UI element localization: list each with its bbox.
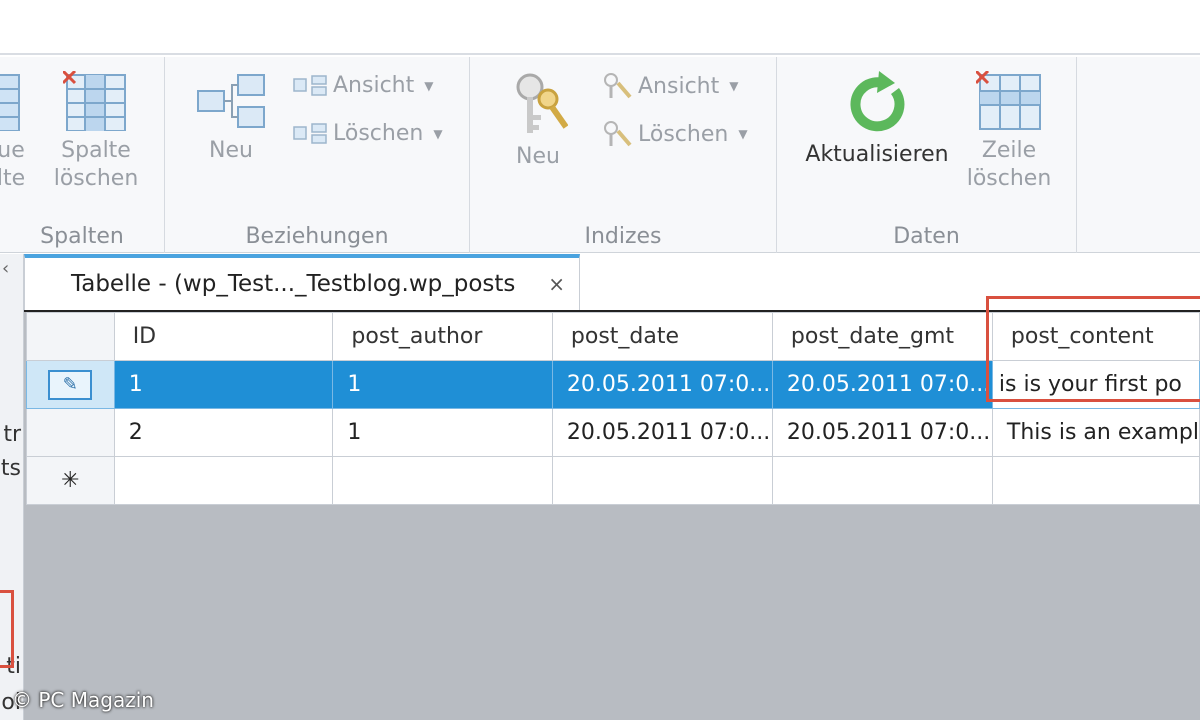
row-selector[interactable] [26,408,115,457]
table-cell[interactable] [332,456,553,505]
row-header-corner [26,312,115,361]
title-bar [0,0,1200,55]
ribbon-group-spalten: ue lte Spalte löschen Spalten [0,57,165,253]
index-delete-label: Löschen [638,121,729,147]
index-delete-button[interactable]: Löschen ▼ [602,121,748,147]
relation-view-label: Ansicht [333,73,415,98]
close-icon[interactable]: × [548,272,565,296]
relation-delete-label: Löschen [333,121,424,146]
index-delete-icon [604,121,632,147]
new-row[interactable]: ✳ [26,456,1200,505]
explorer-item-1[interactable]: tr [3,422,21,447]
ribbon-group-beziehungen: Neu Ansicht ▼ Löschen ▼ Beziehungen [165,57,470,253]
column-header-post-date[interactable]: post_date [551,312,773,361]
collapse-arrow-icon[interactable]: ‹ [2,258,9,279]
table-cell[interactable]: 20.05.2011 07:0... [551,408,773,457]
highlight-frame-post-content [986,296,1200,402]
column-header-post-date-gmt[interactable]: post_date_gmt [771,312,993,361]
key-icon [516,73,568,133]
table-cell[interactable] [771,456,993,505]
table-cell[interactable]: 2 [113,408,334,457]
refresh-icon [850,71,905,132]
column-header-post-author[interactable]: post_author [332,312,553,361]
index-view-button[interactable]: Ansicht ▼ [602,73,738,99]
new-column-label-1: ue [0,138,25,163]
highlight-frame-left [0,590,14,668]
ribbon-group-indizes: Neu Ansicht ▼ Löschen ▼ Indizes [470,57,777,253]
chevron-down-icon: ▼ [729,79,739,93]
column-header-id[interactable]: ID [113,312,334,361]
table-cell[interactable]: 1 [113,360,334,409]
group-label-daten: Daten [893,224,960,249]
new-column-label-2: lte [0,166,26,191]
table-cell[interactable]: 20.05.2011 07:0... [771,408,993,457]
index-view-label: Ansicht [638,73,720,99]
refresh-button[interactable]: Aktualisieren [797,71,957,169]
delete-column-label-1: Spalte [61,138,131,163]
group-label-spalten: Spalten [40,224,124,249]
table-cell[interactable]: 1 [332,408,553,457]
new-index-label: Neu [516,144,560,169]
relation-delete-button[interactable]: Löschen ▼ [293,121,443,146]
relation-view-button[interactable]: Ansicht ▼ [293,73,433,98]
watermark: © PC Magazin [12,688,154,712]
delete-row-icon [976,71,1041,130]
chevron-down-icon: ▼ [738,127,748,141]
delete-row-label-1: Zeile [981,138,1037,163]
ribbon-group-daten: Aktualisieren Zeile löschen Daten [777,57,1077,253]
refresh-label: Aktualisieren [805,142,949,167]
ribbon: ue lte Spalte löschen Spalten [0,57,1200,253]
new-relation-button[interactable]: Neu [195,71,267,165]
table-cell[interactable]: 20.05.2011 07:0... [771,360,993,409]
table-cell[interactable]: This is an exampl [991,408,1200,457]
table-cell[interactable]: 20.05.2011 07:0... [551,360,773,409]
delete-row-button[interactable]: Zeile löschen [961,71,1057,193]
edit-pencil-icon: ✎ [48,369,93,400]
delete-row-label-2: löschen [966,166,1052,191]
table-cell[interactable]: 1 [332,360,553,409]
delete-column-button[interactable]: Spalte löschen [48,71,144,193]
index-view-icon [604,73,632,99]
table-row[interactable]: 2 1 20.05.2011 07:0... 20.05.2011 07:0..… [26,408,1200,457]
group-label-beziehungen: Beziehungen [245,224,389,249]
new-row-asterisk-icon: ✳ [26,456,115,505]
table-cell[interactable] [113,456,334,505]
chevron-down-icon: ▼ [433,126,443,141]
group-label-indizes: Indizes [584,224,662,249]
chevron-down-icon: ▼ [424,78,434,93]
view-icon [293,74,327,96]
new-column-button[interactable]: ue lte [0,71,36,193]
new-index-button[interactable]: Neu [502,71,574,171]
table-cell[interactable] [551,456,773,505]
relationship-icon [197,74,265,128]
new-column-icon [0,74,20,131]
row-selector[interactable]: ✎ [26,360,115,409]
delete-relation-icon [293,122,327,144]
tab-table-wp-posts[interactable]: Tabelle - (wp_Test..._Testblog.wp_posts … [24,254,580,310]
new-relation-label: Neu [209,138,253,163]
delete-column-icon [63,71,126,131]
tab-title: Tabelle - (wp_Test..._Testblog.wp_posts [71,271,516,297]
explorer-item-2[interactable]: ts [1,456,21,481]
delete-column-label-2: löschen [53,166,139,191]
table-cell[interactable] [991,456,1200,505]
